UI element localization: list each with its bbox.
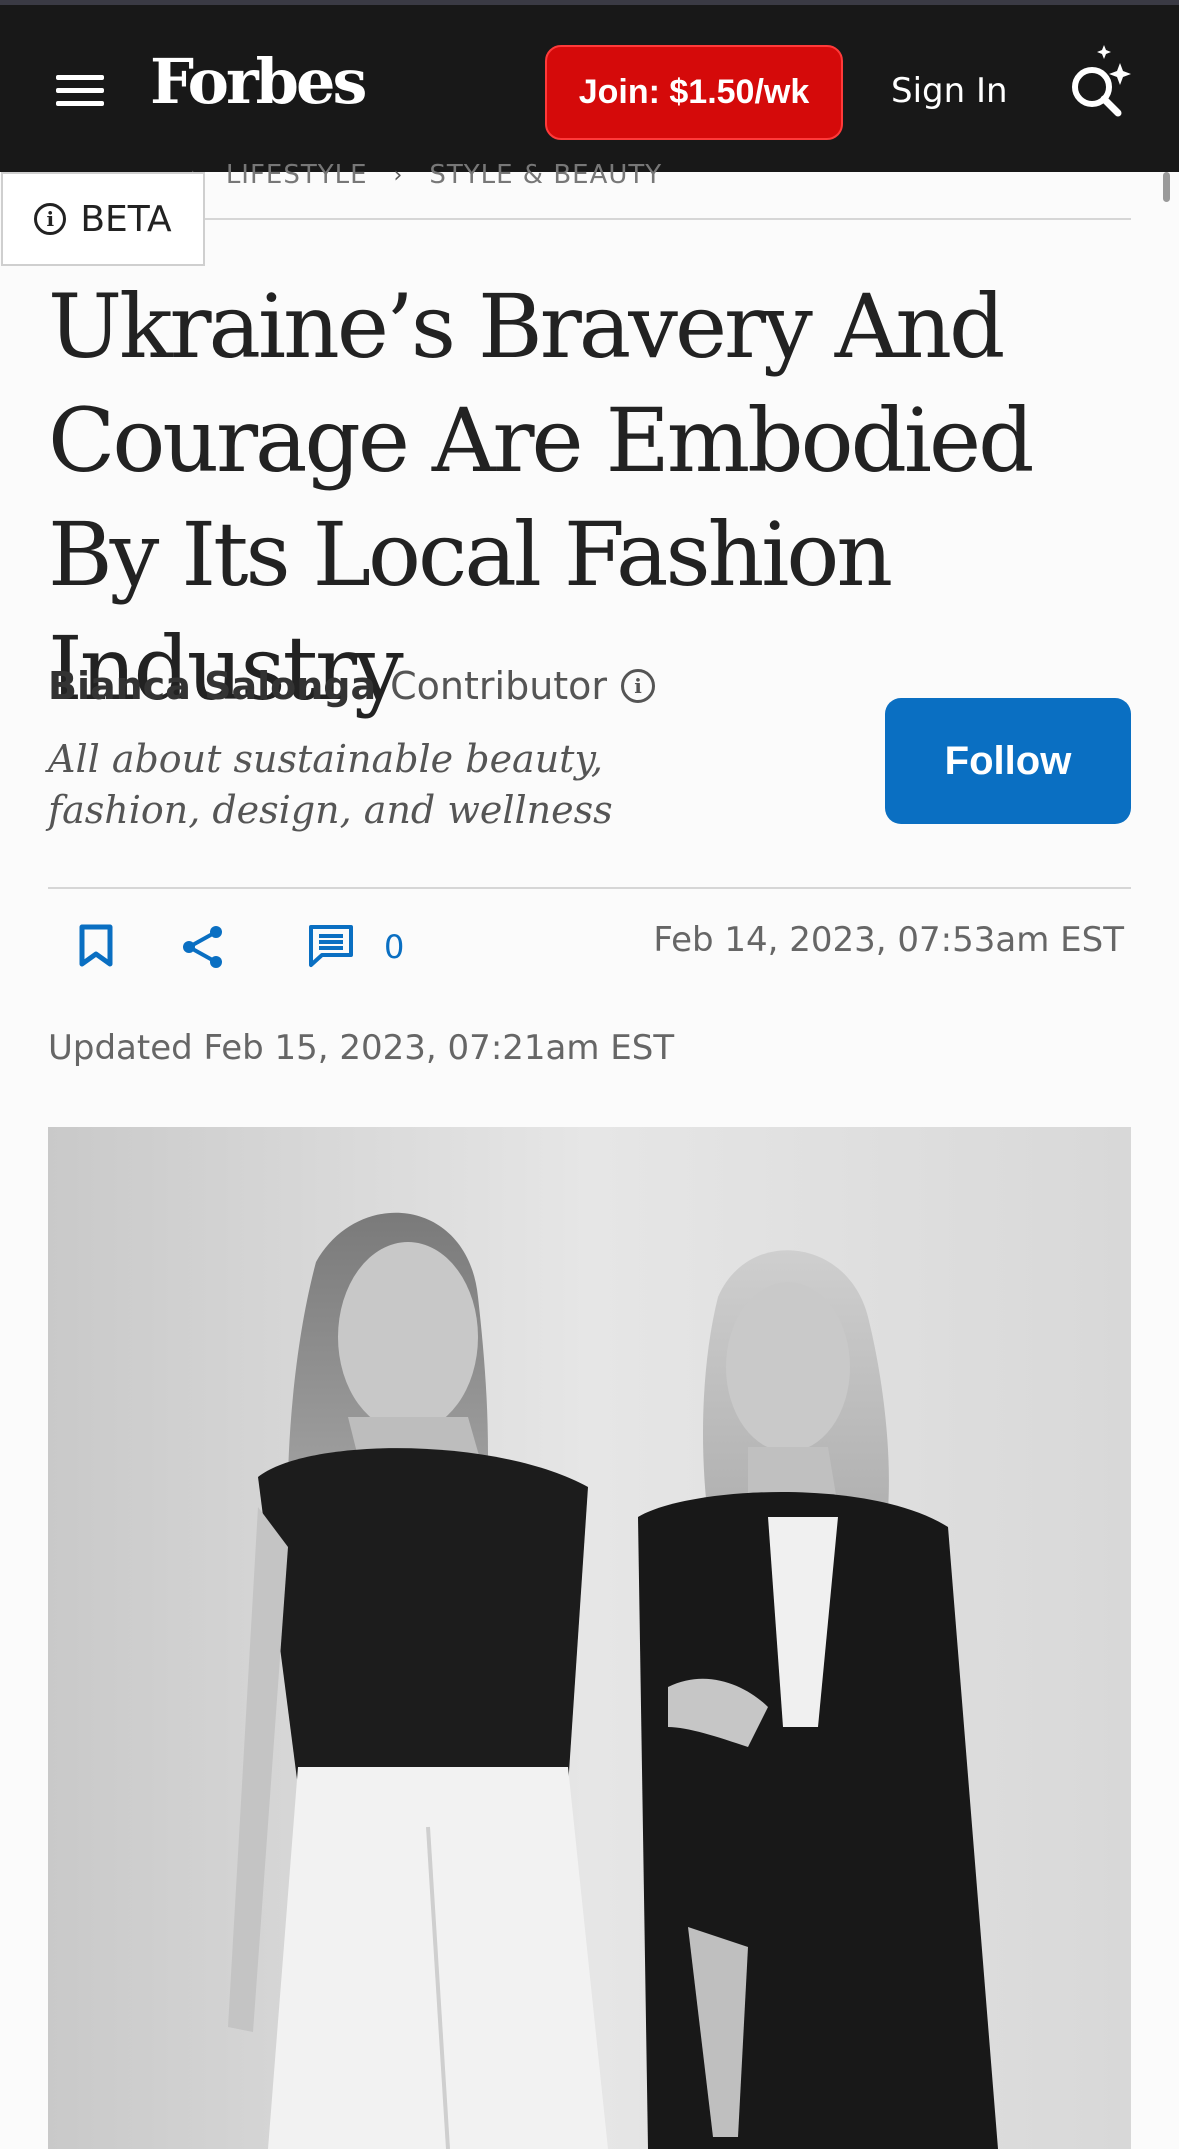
author-role: Contributor: [390, 664, 608, 708]
chevron-right-icon: ›: [393, 162, 404, 188]
top-navigation-bar: Forbes Join: $1.50/wk Sign In: [0, 0, 1179, 172]
forbes-logo[interactable]: Forbes: [150, 51, 367, 113]
search-sparkle-icon[interactable]: [1062, 41, 1142, 125]
join-subscription-button[interactable]: Join: $1.50/wk: [545, 45, 843, 140]
share-icon[interactable]: [180, 924, 226, 970]
sign-in-link[interactable]: Sign In: [891, 71, 1008, 111]
breadcrumb: › LIFESTYLE › STYLE & BEAUTY: [190, 160, 662, 190]
breadcrumb-lifestyle[interactable]: LIFESTYLE: [226, 160, 368, 190]
article-hero-image: [48, 1127, 1131, 2149]
article-headline: Ukraine’s Bravery And Courage Are Embodi…: [48, 275, 1034, 720]
follow-button[interactable]: Follow: [885, 698, 1131, 824]
breadcrumb-style-beauty[interactable]: STYLE & BEAUTY: [429, 160, 662, 190]
page-scrollbar[interactable]: [1163, 172, 1170, 202]
beta-label: BETA: [80, 198, 172, 240]
author-name-link[interactable]: Bianca Salonga: [48, 664, 376, 708]
beta-badge[interactable]: i BETA: [1, 172, 205, 266]
author-bio: All about sustainable beauty, fashion, d…: [48, 737, 613, 832]
divider: [48, 887, 1131, 889]
published-date: Feb 14, 2023, 07:53am EST: [653, 920, 1124, 960]
info-icon: i: [34, 203, 67, 235]
hamburger-menu-icon[interactable]: [56, 71, 106, 109]
comment-count[interactable]: 0: [384, 928, 404, 966]
author-byline: Bianca Salonga Contributor i: [48, 664, 656, 708]
comment-icon[interactable]: [308, 924, 354, 968]
divider: [48, 218, 1131, 220]
bookmark-icon[interactable]: [78, 924, 114, 968]
info-icon[interactable]: i: [621, 669, 656, 703]
updated-date: Updated Feb 15, 2023, 07:21am EST: [48, 1028, 675, 1068]
